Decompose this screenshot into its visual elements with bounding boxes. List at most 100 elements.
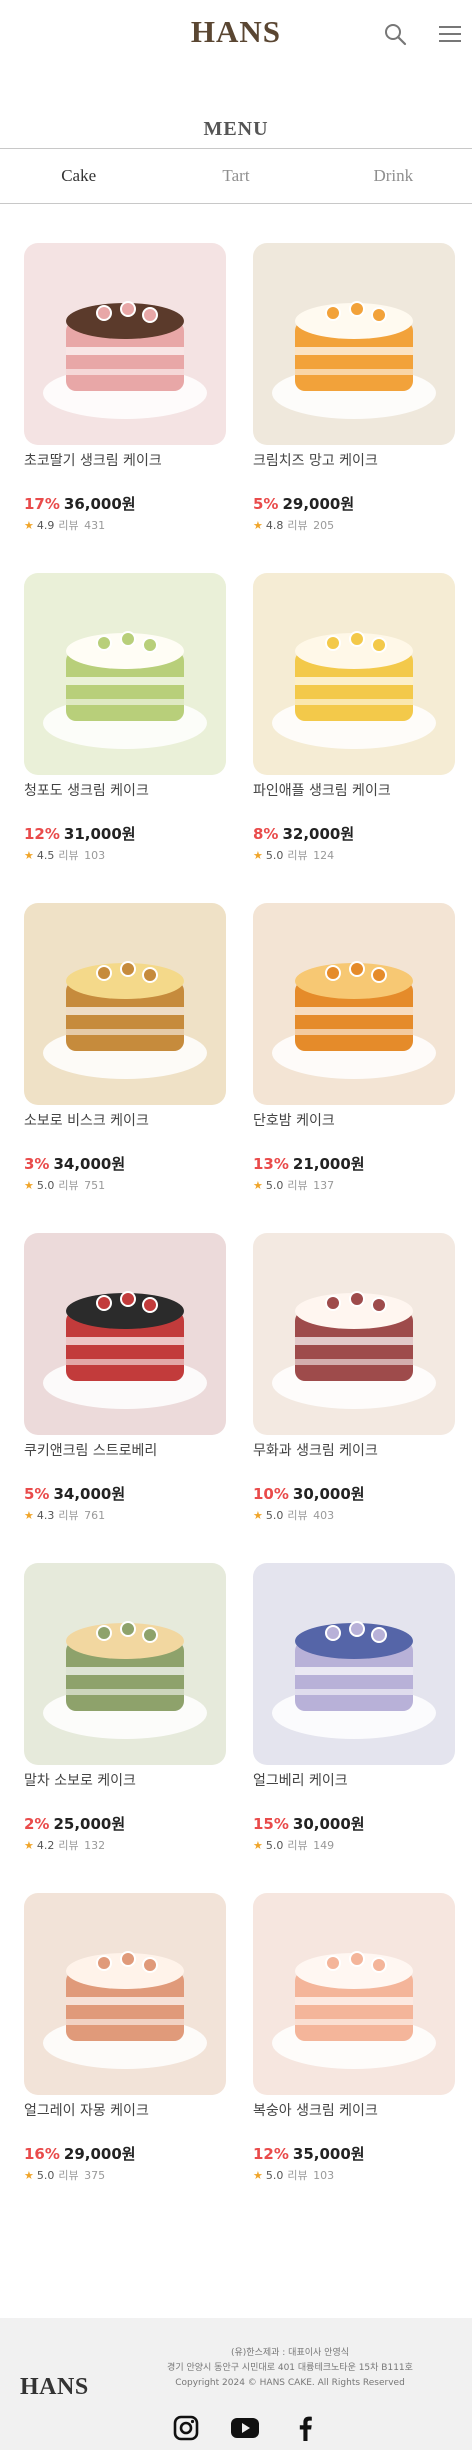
product-name[interactable]: 얼그레이 자몽 케이크	[24, 2100, 226, 2120]
price-line: 10% 30,000원	[253, 1483, 365, 1504]
product-price: 35,000원	[292, 2145, 365, 2163]
product-price: 36,000원	[63, 495, 136, 513]
rating-line: ★ 5.0 리뷰 124	[253, 847, 334, 863]
review-count: 132	[84, 1839, 106, 1852]
product-card[interactable]: 초코딸기 생크림 케이크 17% 36,000원 ★ 4.9 리뷰 431	[24, 243, 226, 543]
rating-value: 5.0	[265, 1509, 284, 1522]
rating-line: ★ 5.0 리뷰 751	[24, 1177, 105, 1193]
discount-rate: 17%	[24, 495, 60, 513]
star-icon: ★	[24, 1839, 34, 1852]
tab-cake[interactable]: Cake	[0, 149, 157, 203]
product-image[interactable]	[24, 573, 226, 775]
product-name[interactable]: 청포도 생크림 케이크	[24, 780, 226, 800]
review-count: 124	[313, 849, 335, 862]
product-card[interactable]: 청포도 생크림 케이크 12% 31,000원 ★ 4.5 리뷰 103	[24, 573, 226, 873]
star-icon: ★	[253, 1509, 263, 1522]
review-label: 리뷰	[287, 2169, 308, 2182]
price-line: 5% 29,000원	[253, 493, 354, 514]
price-line: 3% 34,000원	[24, 1153, 125, 1174]
product-image[interactable]	[24, 243, 226, 445]
product-image[interactable]	[253, 573, 455, 775]
review-count: 751	[84, 1179, 106, 1192]
top-bar: HANS	[0, 0, 472, 70]
rating-line: ★ 4.2 리뷰 132	[24, 1837, 105, 1853]
product-price: 32,000원	[282, 825, 355, 843]
rating-line: ★ 5.0 리뷰 137	[253, 1177, 334, 1193]
discount-rate: 13%	[253, 1155, 289, 1173]
product-name[interactable]: 초코딸기 생크림 케이크	[24, 450, 226, 470]
product-name[interactable]: 쿠키앤크림 스트로베리	[24, 1440, 226, 1460]
review-label: 리뷰	[58, 1509, 79, 1522]
star-icon: ★	[24, 1179, 34, 1192]
product-image[interactable]	[24, 903, 226, 1105]
discount-rate: 12%	[24, 825, 60, 843]
product-card[interactable]: 얼그레이 자몽 케이크 16% 29,000원 ★ 5.0 리뷰 375	[24, 1893, 226, 2193]
footer-logo: HANS	[20, 2374, 89, 2400]
discount-rate: 5%	[253, 495, 279, 513]
review-count: 103	[313, 2169, 335, 2182]
product-price: 30,000원	[292, 1485, 365, 1503]
review-count: 403	[313, 1509, 335, 1522]
discount-rate: 2%	[24, 1815, 50, 1833]
product-name[interactable]: 복숭아 생크림 케이크	[253, 2100, 455, 2120]
product-image[interactable]	[253, 903, 455, 1105]
product-image[interactable]	[24, 1893, 226, 2095]
rating-value: 5.0	[265, 1839, 284, 1852]
company-info: (유)한스제과 : 대표이사 안영식 경기 안양시 동안구 시민대로 401 대…	[120, 2346, 460, 2391]
product-image[interactable]	[24, 1563, 226, 1765]
price-line: 13% 21,000원	[253, 1153, 365, 1174]
product-name[interactable]: 크림치즈 망고 케이크	[253, 450, 455, 470]
youtube-icon[interactable]	[230, 2413, 260, 2443]
product-card[interactable]: 쿠키앤크림 스트로베리 5% 34,000원 ★ 4.3 리뷰 761	[24, 1233, 226, 1533]
product-image[interactable]	[253, 1233, 455, 1435]
product-card[interactable]: 말차 소보로 케이크 2% 25,000원 ★ 4.2 리뷰 132	[24, 1563, 226, 1863]
product-card[interactable]: 파인애플 생크림 케이크 8% 32,000원 ★ 5.0 리뷰 124	[253, 573, 455, 873]
review-count: 103	[84, 849, 106, 862]
search-icon[interactable]	[379, 18, 411, 50]
product-name[interactable]: 무화과 생크림 케이크	[253, 1440, 455, 1460]
discount-rate: 10%	[253, 1485, 289, 1503]
product-name[interactable]: 얼그베리 케이크	[253, 1770, 455, 1790]
product-card[interactable]: 단호밤 케이크 13% 21,000원 ★ 5.0 리뷰 137	[253, 903, 455, 1203]
review-label: 리뷰	[287, 1509, 308, 1522]
rating-value: 5.0	[265, 1179, 284, 1192]
product-image[interactable]	[253, 1563, 455, 1765]
product-image[interactable]	[253, 243, 455, 445]
product-card[interactable]: 크림치즈 망고 케이크 5% 29,000원 ★ 4.8 리뷰 205	[253, 243, 455, 543]
category-tabs: Cake Tart Drink	[0, 148, 472, 204]
product-card[interactable]: 무화과 생크림 케이크 10% 30,000원 ★ 5.0 리뷰 403	[253, 1233, 455, 1533]
company-address: 경기 안양시 동안구 시민대로 401 대륭테크노타운 15차 B111호	[167, 2363, 413, 2373]
product-price: 25,000원	[53, 1815, 126, 1833]
discount-rate: 15%	[253, 1815, 289, 1833]
product-price: 34,000원	[53, 1155, 126, 1173]
tab-tart[interactable]: Tart	[157, 149, 314, 203]
product-name[interactable]: 소보로 비스크 케이크	[24, 1110, 226, 1130]
rating-line: ★ 5.0 리뷰 103	[253, 2167, 334, 2183]
instagram-icon[interactable]	[171, 2413, 201, 2443]
rating-value: 5.0	[36, 1179, 55, 1192]
tab-drink[interactable]: Drink	[315, 149, 472, 203]
product-name[interactable]: 파인애플 생크림 케이크	[253, 780, 455, 800]
product-name[interactable]: 단호밤 케이크	[253, 1110, 455, 1130]
star-icon: ★	[24, 519, 34, 532]
product-image[interactable]	[24, 1233, 226, 1435]
rating-line: ★ 5.0 리뷰 149	[253, 1837, 334, 1853]
product-image[interactable]	[253, 1893, 455, 2095]
review-count: 761	[84, 1509, 106, 1522]
product-card[interactable]: 복숭아 생크림 케이크 12% 35,000원 ★ 5.0 리뷰 103	[253, 1893, 455, 2193]
rating-line: ★ 4.5 리뷰 103	[24, 847, 105, 863]
discount-rate: 3%	[24, 1155, 50, 1173]
price-line: 8% 32,000원	[253, 823, 354, 844]
product-card[interactable]: 소보로 비스크 케이크 3% 34,000원 ★ 5.0 리뷰 751	[24, 903, 226, 1203]
facebook-icon[interactable]	[290, 2413, 320, 2443]
footer: HANS (유)한스제과 : 대표이사 안영식 경기 안양시 동안구 시민대로 …	[0, 2318, 472, 2450]
review-label: 리뷰	[58, 1179, 79, 1192]
rating-value: 4.3	[36, 1509, 55, 1522]
rating-line: ★ 4.9 리뷰 431	[24, 517, 105, 533]
product-price: 29,000원	[63, 2145, 136, 2163]
product-card[interactable]: 얼그베리 케이크 15% 30,000원 ★ 5.0 리뷰 149	[253, 1563, 455, 1863]
product-name[interactable]: 말차 소보로 케이크	[24, 1770, 226, 1790]
star-icon: ★	[253, 1839, 263, 1852]
hamburger-menu-icon[interactable]	[434, 18, 466, 50]
copyright: Copyright 2024 © HANS CAKE. All Rights R…	[175, 2378, 405, 2388]
